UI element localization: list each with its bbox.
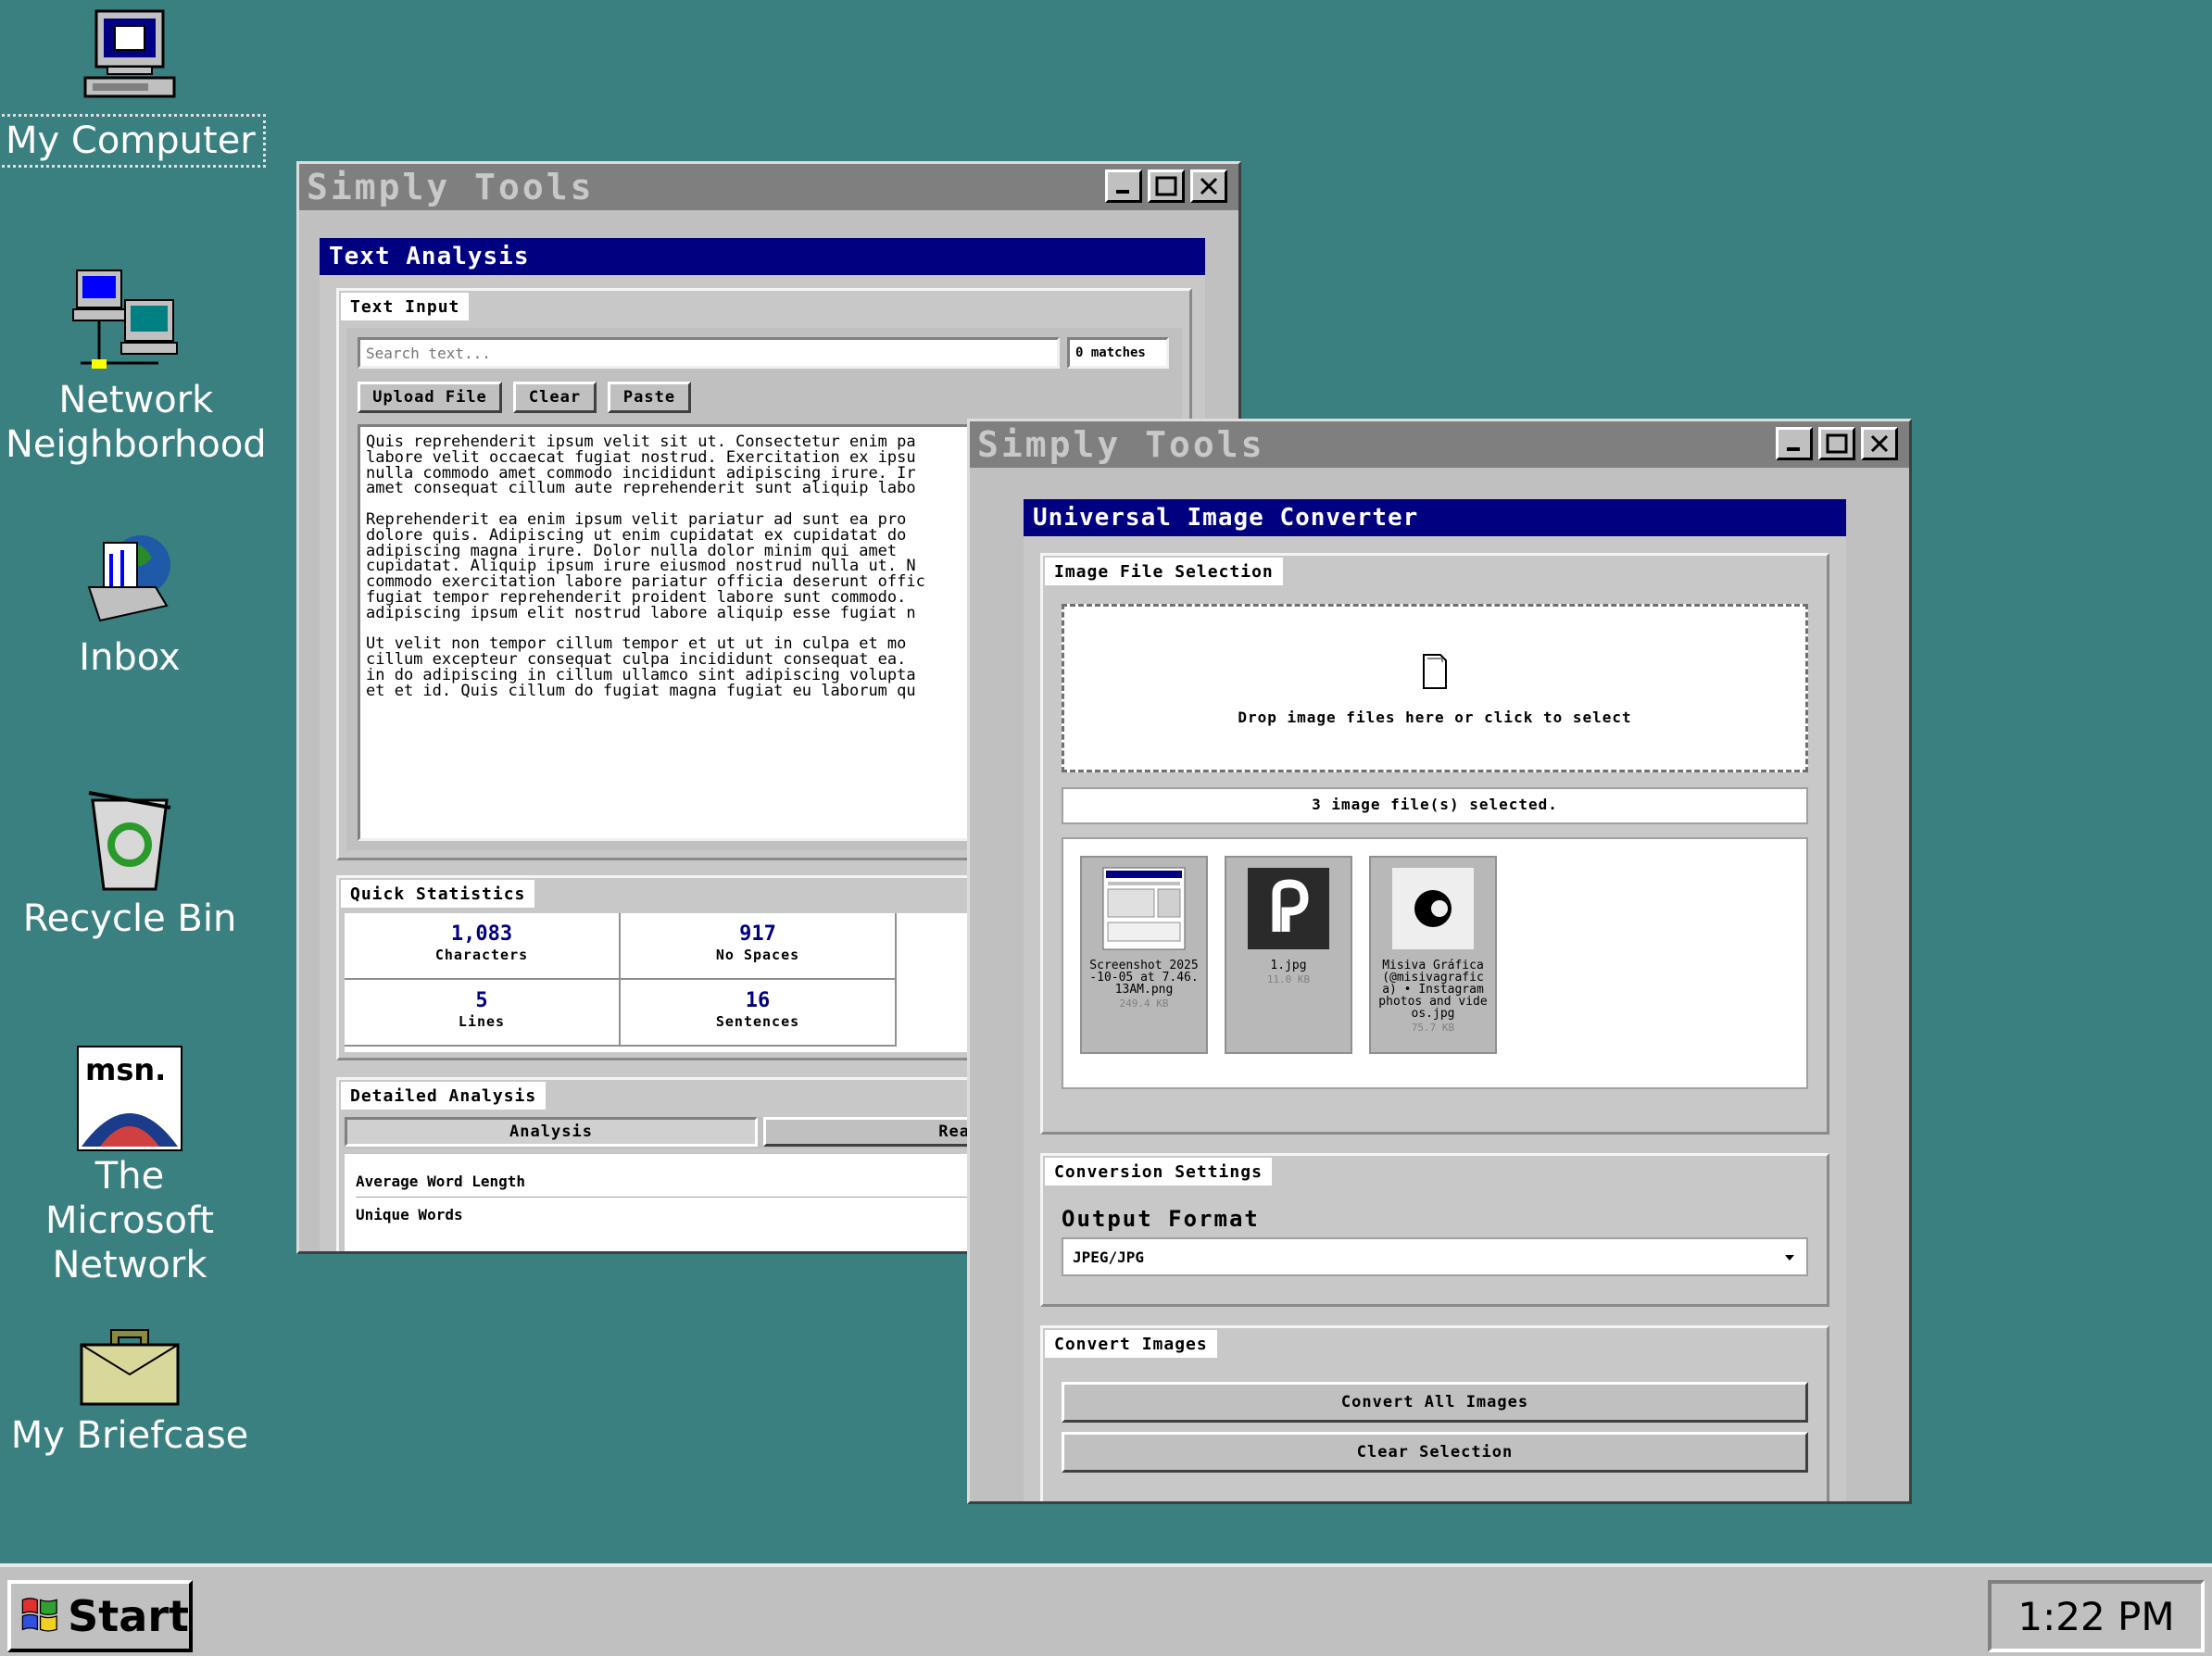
match-count: 0 matches bbox=[1067, 337, 1169, 369]
paste-button[interactable]: Paste bbox=[608, 382, 691, 413]
maximize-icon bbox=[1826, 433, 1848, 454]
image-file-selection-group: Image File Selection Drop image files he… bbox=[1040, 553, 1829, 1135]
panel-header: Universal Image Converter bbox=[1024, 499, 1846, 536]
stat-caption: Lines bbox=[458, 1013, 506, 1030]
file-name: Misiva Gráfica (@misivagrafica) • Instag… bbox=[1378, 959, 1488, 1021]
thumbnail-item[interactable]: Misiva Gráfica (@misivagrafica) • Instag… bbox=[1369, 856, 1497, 1054]
search-input[interactable] bbox=[358, 337, 1060, 369]
maximize-button[interactable] bbox=[1818, 427, 1855, 460]
desktop-icon-network-neighborhood[interactable]: Network Neighborhood bbox=[0, 267, 267, 467]
stat-caption: Sentences bbox=[715, 1013, 800, 1030]
stat-value: 1,083 bbox=[450, 922, 513, 946]
thumbnail-list: Screenshot 2025-10-05 at 7.46.13AM.png 2… bbox=[1062, 837, 1808, 1089]
convert-all-button[interactable]: Convert All Images bbox=[1062, 1382, 1808, 1423]
drop-zone-text: Drop image files here or click to select bbox=[1238, 709, 1632, 726]
convert-images-group: Convert Images Convert All Images Clear … bbox=[1040, 1325, 1829, 1501]
close-icon bbox=[1870, 434, 1889, 453]
selected-format: JPEG/JPG bbox=[1073, 1248, 1145, 1266]
minimize-button[interactable] bbox=[1776, 427, 1813, 460]
stat-lines: 5 Lines bbox=[345, 980, 621, 1047]
output-format-label: Output Format bbox=[1062, 1206, 1260, 1232]
output-format-select[interactable]: JPEG/JPG bbox=[1062, 1237, 1808, 1276]
detail-row: Average Word Length bbox=[356, 1173, 526, 1190]
close-icon bbox=[1200, 177, 1218, 195]
maximize-button[interactable] bbox=[1148, 169, 1185, 203]
panel-header: Text Analysis bbox=[320, 238, 1205, 275]
dropdown-arrow-icon bbox=[1785, 1255, 1794, 1261]
desktop-icon-label: Network Neighborhood bbox=[6, 379, 267, 466]
recycle-bin-icon bbox=[88, 791, 171, 891]
group-tab: Quick Statistics bbox=[341, 880, 535, 908]
selection-status: 3 image file(s) selected. bbox=[1062, 787, 1808, 824]
file-icon bbox=[1423, 654, 1447, 689]
file-name: Screenshot 2025-10-05 at 7.46.13AM.png bbox=[1089, 959, 1199, 997]
close-button[interactable] bbox=[1861, 427, 1898, 460]
network-icon bbox=[72, 270, 178, 369]
stat-sentences: 16 Sentences bbox=[621, 980, 897, 1047]
screenshot-thumbnail bbox=[1102, 867, 1186, 950]
taskbar: Start 1:22 PM bbox=[0, 1563, 2212, 1656]
title-bar[interactable]: Simply Tools bbox=[299, 164, 1238, 210]
desktop-icon-my-briefcase[interactable]: My Briefcase bbox=[0, 1311, 259, 1458]
windows-logo-icon bbox=[21, 1598, 57, 1632]
stat-value: 5 bbox=[475, 989, 488, 1012]
group-tab: Convert Images bbox=[1045, 1330, 1217, 1358]
desktop-icon-label: My Briefcase bbox=[10, 1414, 249, 1457]
upload-file-button[interactable]: Upload File bbox=[358, 382, 502, 413]
thumbnail-item[interactable]: 1.jpg 11.0 KB bbox=[1225, 856, 1352, 1054]
logo-thumbnail bbox=[1392, 868, 1474, 949]
minimize-button[interactable] bbox=[1105, 169, 1142, 203]
desktop-icon-recycle-bin[interactable]: Recycle Bin bbox=[0, 785, 259, 941]
stat-caption: No Spaces bbox=[715, 947, 800, 963]
desktop-icon-label: The Microsoft Network bbox=[44, 1155, 215, 1286]
start-button[interactable]: Start bbox=[7, 1580, 193, 1652]
group-tab: Text Input bbox=[341, 293, 470, 320]
stat-no-spaces: 917 No Spaces bbox=[621, 913, 897, 980]
system-tray-clock[interactable]: 1:22 PM bbox=[1988, 1580, 2205, 1652]
desktop-icon-label: My Computer bbox=[0, 114, 266, 168]
stat-characters: 1,083 Characters bbox=[345, 913, 621, 980]
svg-text:msn.: msn. bbox=[85, 1052, 166, 1087]
clear-button[interactable]: Clear bbox=[513, 382, 597, 413]
start-label: Start bbox=[68, 1591, 189, 1641]
group-tab: Conversion Settings bbox=[1045, 1158, 1272, 1186]
msn-icon: msn. bbox=[77, 1046, 182, 1151]
file-name: 1.jpg bbox=[1270, 959, 1307, 972]
desktop-icon-label: Recycle Bin bbox=[22, 897, 237, 940]
title-bar[interactable]: Simply Tools bbox=[970, 421, 1909, 468]
stat-caption: Characters bbox=[434, 947, 529, 963]
close-button[interactable] bbox=[1190, 169, 1227, 203]
file-size: 75.7 KB bbox=[1411, 1022, 1455, 1034]
briefcase-icon bbox=[80, 1329, 180, 1406]
group-tab: Image File Selection bbox=[1045, 558, 1283, 585]
maximize-icon bbox=[1155, 176, 1177, 196]
file-size: 11.0 KB bbox=[1266, 973, 1311, 985]
stat-value: 917 bbox=[739, 922, 776, 946]
drop-zone[interactable]: Drop image files here or click to select bbox=[1062, 604, 1808, 772]
minimize-icon bbox=[1787, 447, 1800, 451]
group-tab: Detailed Analysis bbox=[341, 1082, 547, 1110]
tab-analysis[interactable]: Analysis bbox=[345, 1117, 758, 1147]
desktop-icon-inbox[interactable]: Inbox bbox=[0, 524, 259, 680]
window-title: Simply Tools bbox=[307, 167, 595, 207]
thumbnail-item[interactable]: Screenshot 2025-10-05 at 7.46.13AM.png 2… bbox=[1080, 856, 1208, 1054]
detail-row: Unique Words bbox=[356, 1206, 463, 1223]
clear-selection-button[interactable]: Clear Selection bbox=[1062, 1432, 1808, 1473]
computer-icon bbox=[83, 9, 176, 98]
image-converter-window: Simply Tools Universal Image Converter I… bbox=[967, 419, 1912, 1504]
inbox-icon bbox=[87, 535, 170, 622]
image-thumbnail bbox=[1248, 868, 1329, 949]
window-title: Simply Tools bbox=[977, 424, 1265, 465]
file-size: 249.4 KB bbox=[1119, 997, 1169, 1010]
desktop-icon-my-computer[interactable]: My Computer bbox=[0, 7, 266, 168]
stat-value: 16 bbox=[745, 989, 771, 1012]
conversion-settings-group: Conversion Settings Output Format JPEG/J… bbox=[1040, 1153, 1829, 1307]
desktop-icon-label: Inbox bbox=[79, 636, 181, 679]
desktop-icon-msn[interactable]: msn. The Microsoft Network bbox=[0, 1043, 259, 1287]
image-converter-panel: Universal Image Converter Image File Sel… bbox=[1024, 499, 1846, 1501]
minimize-icon bbox=[1116, 190, 1129, 194]
